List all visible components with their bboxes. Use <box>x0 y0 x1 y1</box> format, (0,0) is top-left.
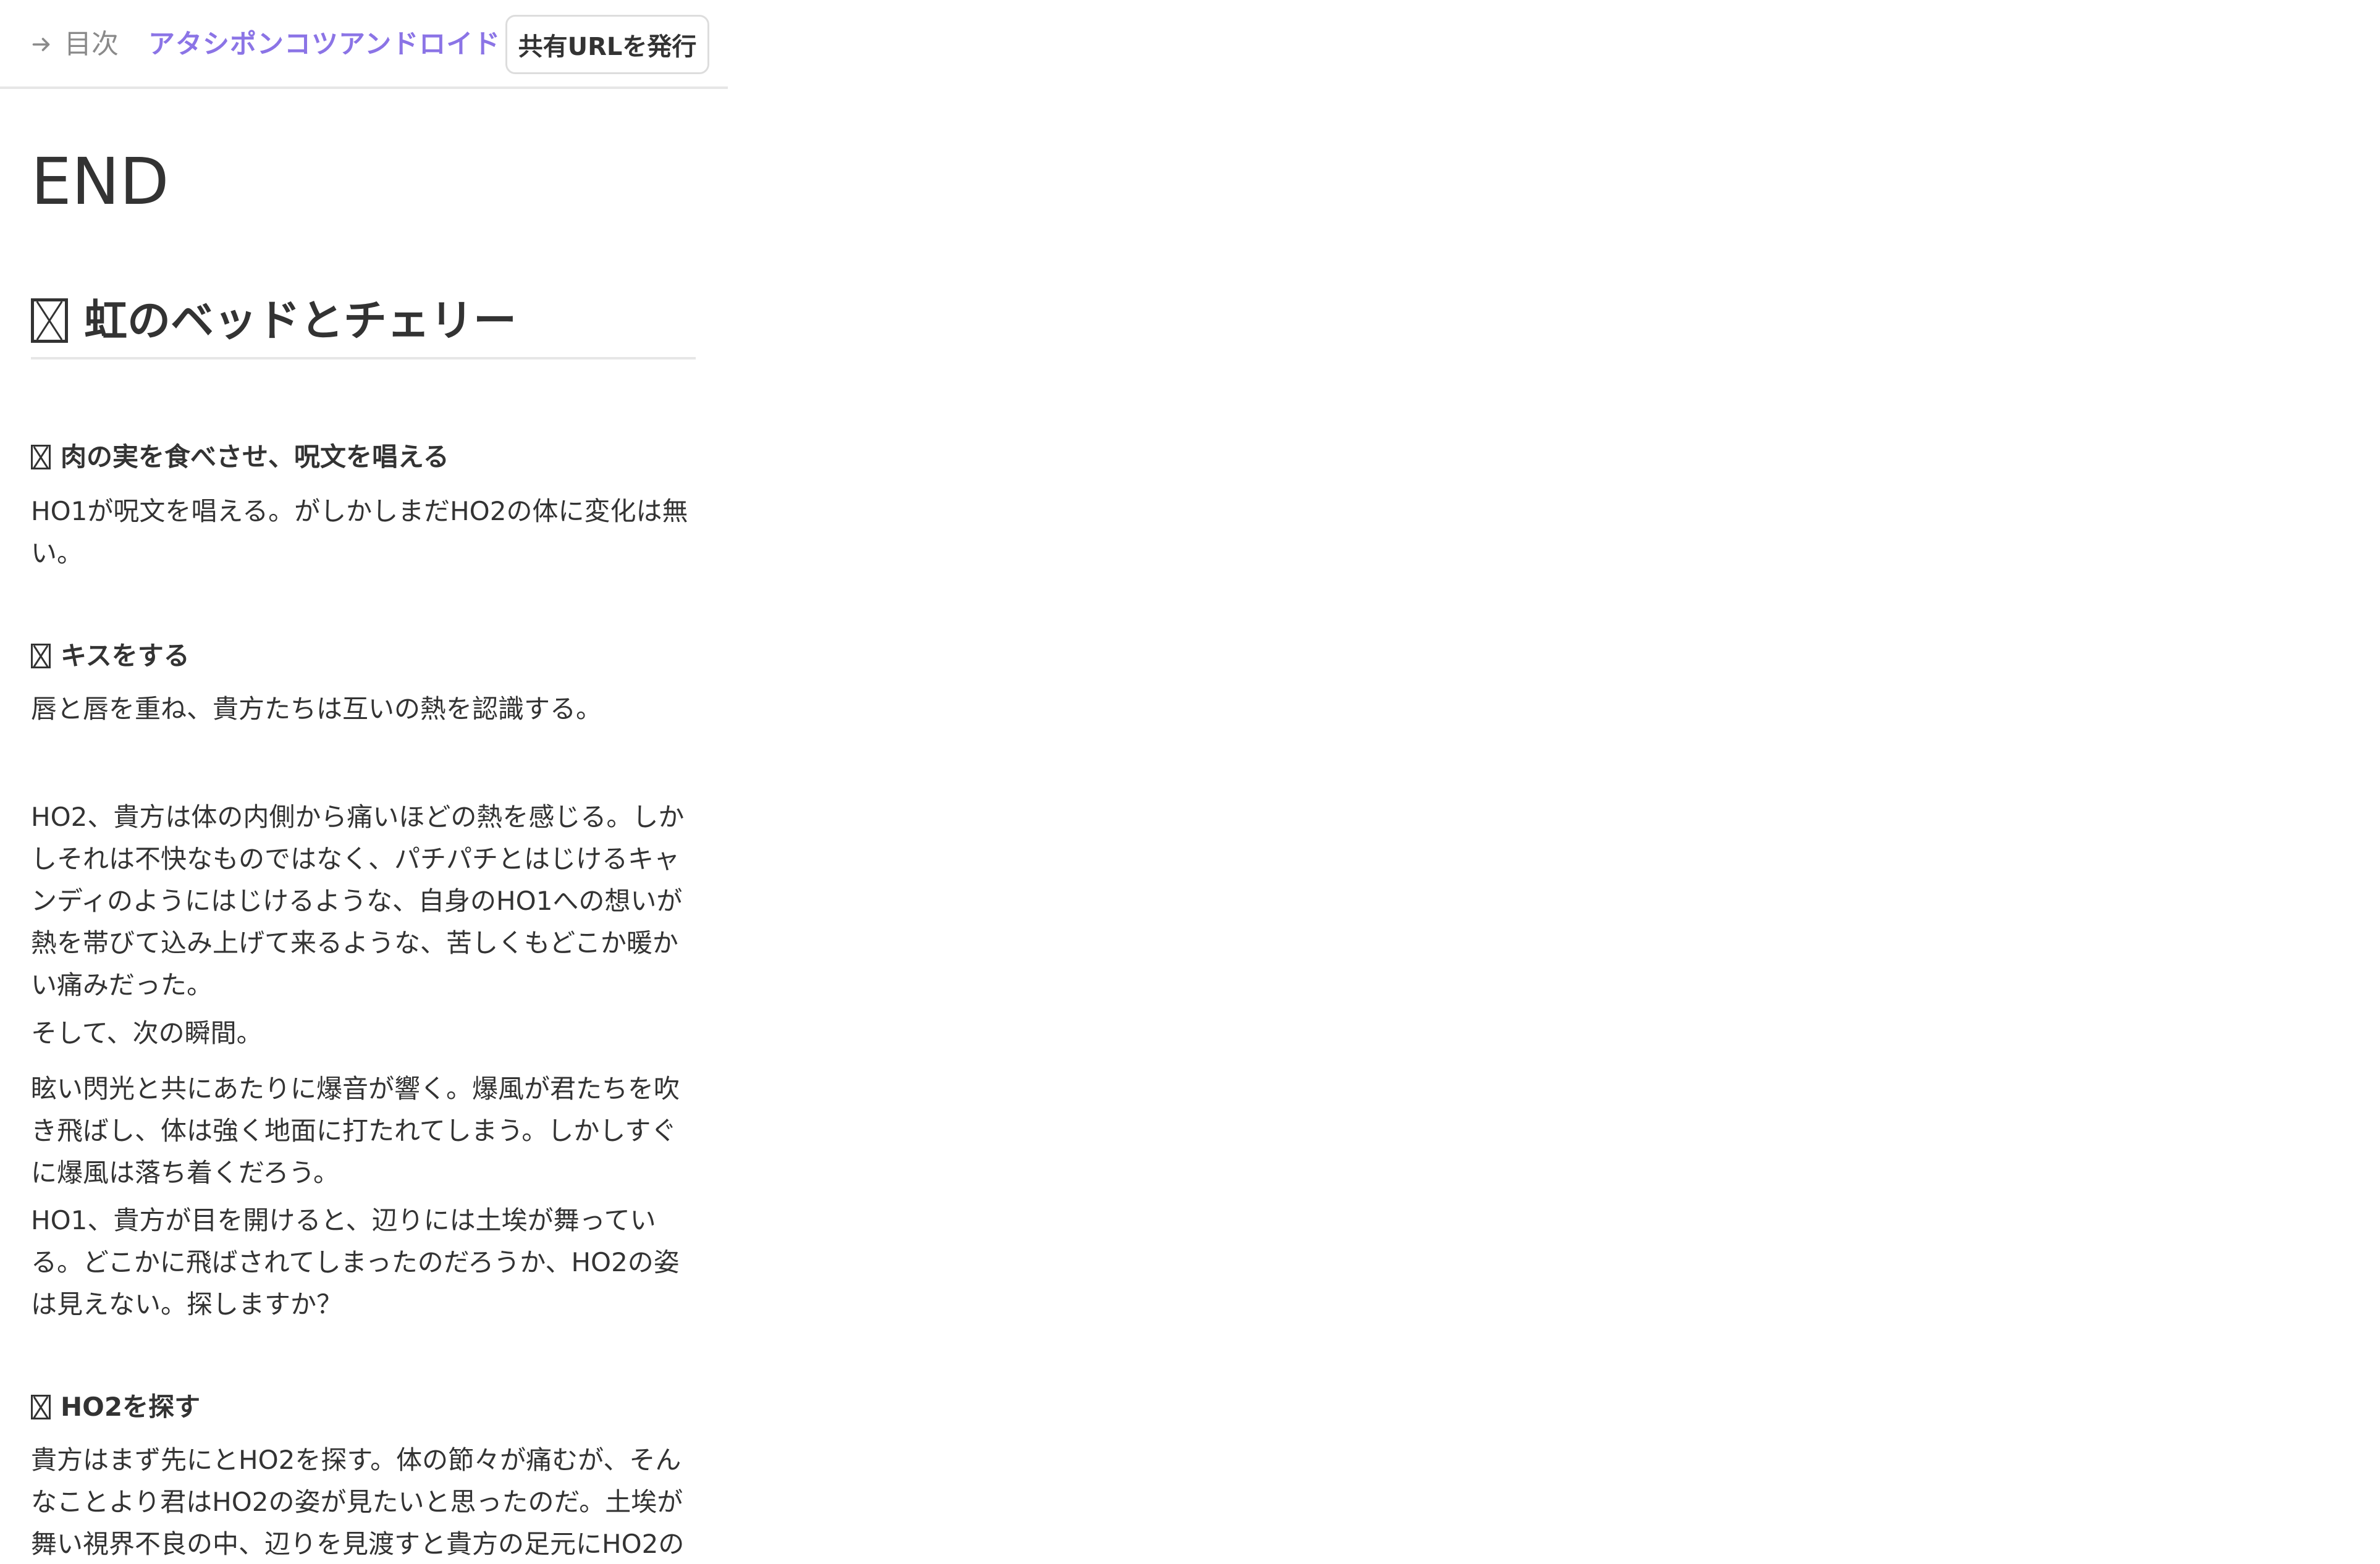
toc-label: 目次 <box>64 28 119 60</box>
paragraph: そして、次の瞬間。 <box>31 1018 263 1048</box>
choice-feed-and-chant[interactable]: 肉の実を食べさせ、呪文を唱える <box>31 440 449 474</box>
scenario-title-link[interactable]: アタシポンコツアンドロイド <box>148 27 500 62</box>
missing-glyph-icon <box>31 1395 51 1419</box>
paragraph: 眩い閃光と共にあたりに爆音が響く。爆風が君たちを吹 き飛ばし、体は強く地面に打た… <box>31 1074 680 1188</box>
scenario-panel: 目次 アタシポンコツアンドロイド 共有URLを発行 END 虹のベッドとチェリー… <box>0 0 728 1564</box>
page-title: END <box>31 144 169 219</box>
paragraph: HO1が呪文を唱える。がしかしまだHO2の体に変化は無 い。 <box>31 496 688 568</box>
arrow-right-icon <box>32 38 50 51</box>
section-heading-text: 虹のベッドとチェリー <box>84 295 517 346</box>
section-heading: 虹のベッドとチェリー <box>31 293 696 359</box>
missing-glyph-icon <box>31 445 51 469</box>
toc-link[interactable]: 目次 <box>31 27 119 62</box>
choice-search-ho2[interactable]: HO2を探す <box>31 1390 200 1424</box>
choice-label: HO2を探す <box>61 1392 201 1422</box>
choice-kiss[interactable]: キスをする <box>31 639 190 673</box>
choice-label: キスをする <box>61 641 190 671</box>
paragraph: 貴方はまず先にとHO2を探す。体の節々が痛むが、そん なことより君はHO2の姿が… <box>31 1445 685 1559</box>
choice-label: 肉の実を食べさせ、呪文を唱える <box>61 442 449 472</box>
missing-glyph-icon <box>31 644 51 668</box>
top-bar: 目次 アタシポンコツアンドロイド 共有URLを発行 <box>0 0 728 89</box>
paragraph: HO2、貴方は体の内側から痛いほどの熱を感じる。しか しそれは不快なものではなく… <box>31 802 685 1000</box>
issue-share-url-button[interactable]: 共有URLを発行 <box>505 15 709 74</box>
paragraph: HO1、貴方が目を開けると、辺りには土埃が舞ってい る。どこかに飛ばされてしまっ… <box>31 1205 680 1319</box>
missing-glyph-icon <box>31 298 68 343</box>
paragraph: 唇と唇を重ね、貴方たちは互いの熱を認識する。 <box>31 694 602 724</box>
